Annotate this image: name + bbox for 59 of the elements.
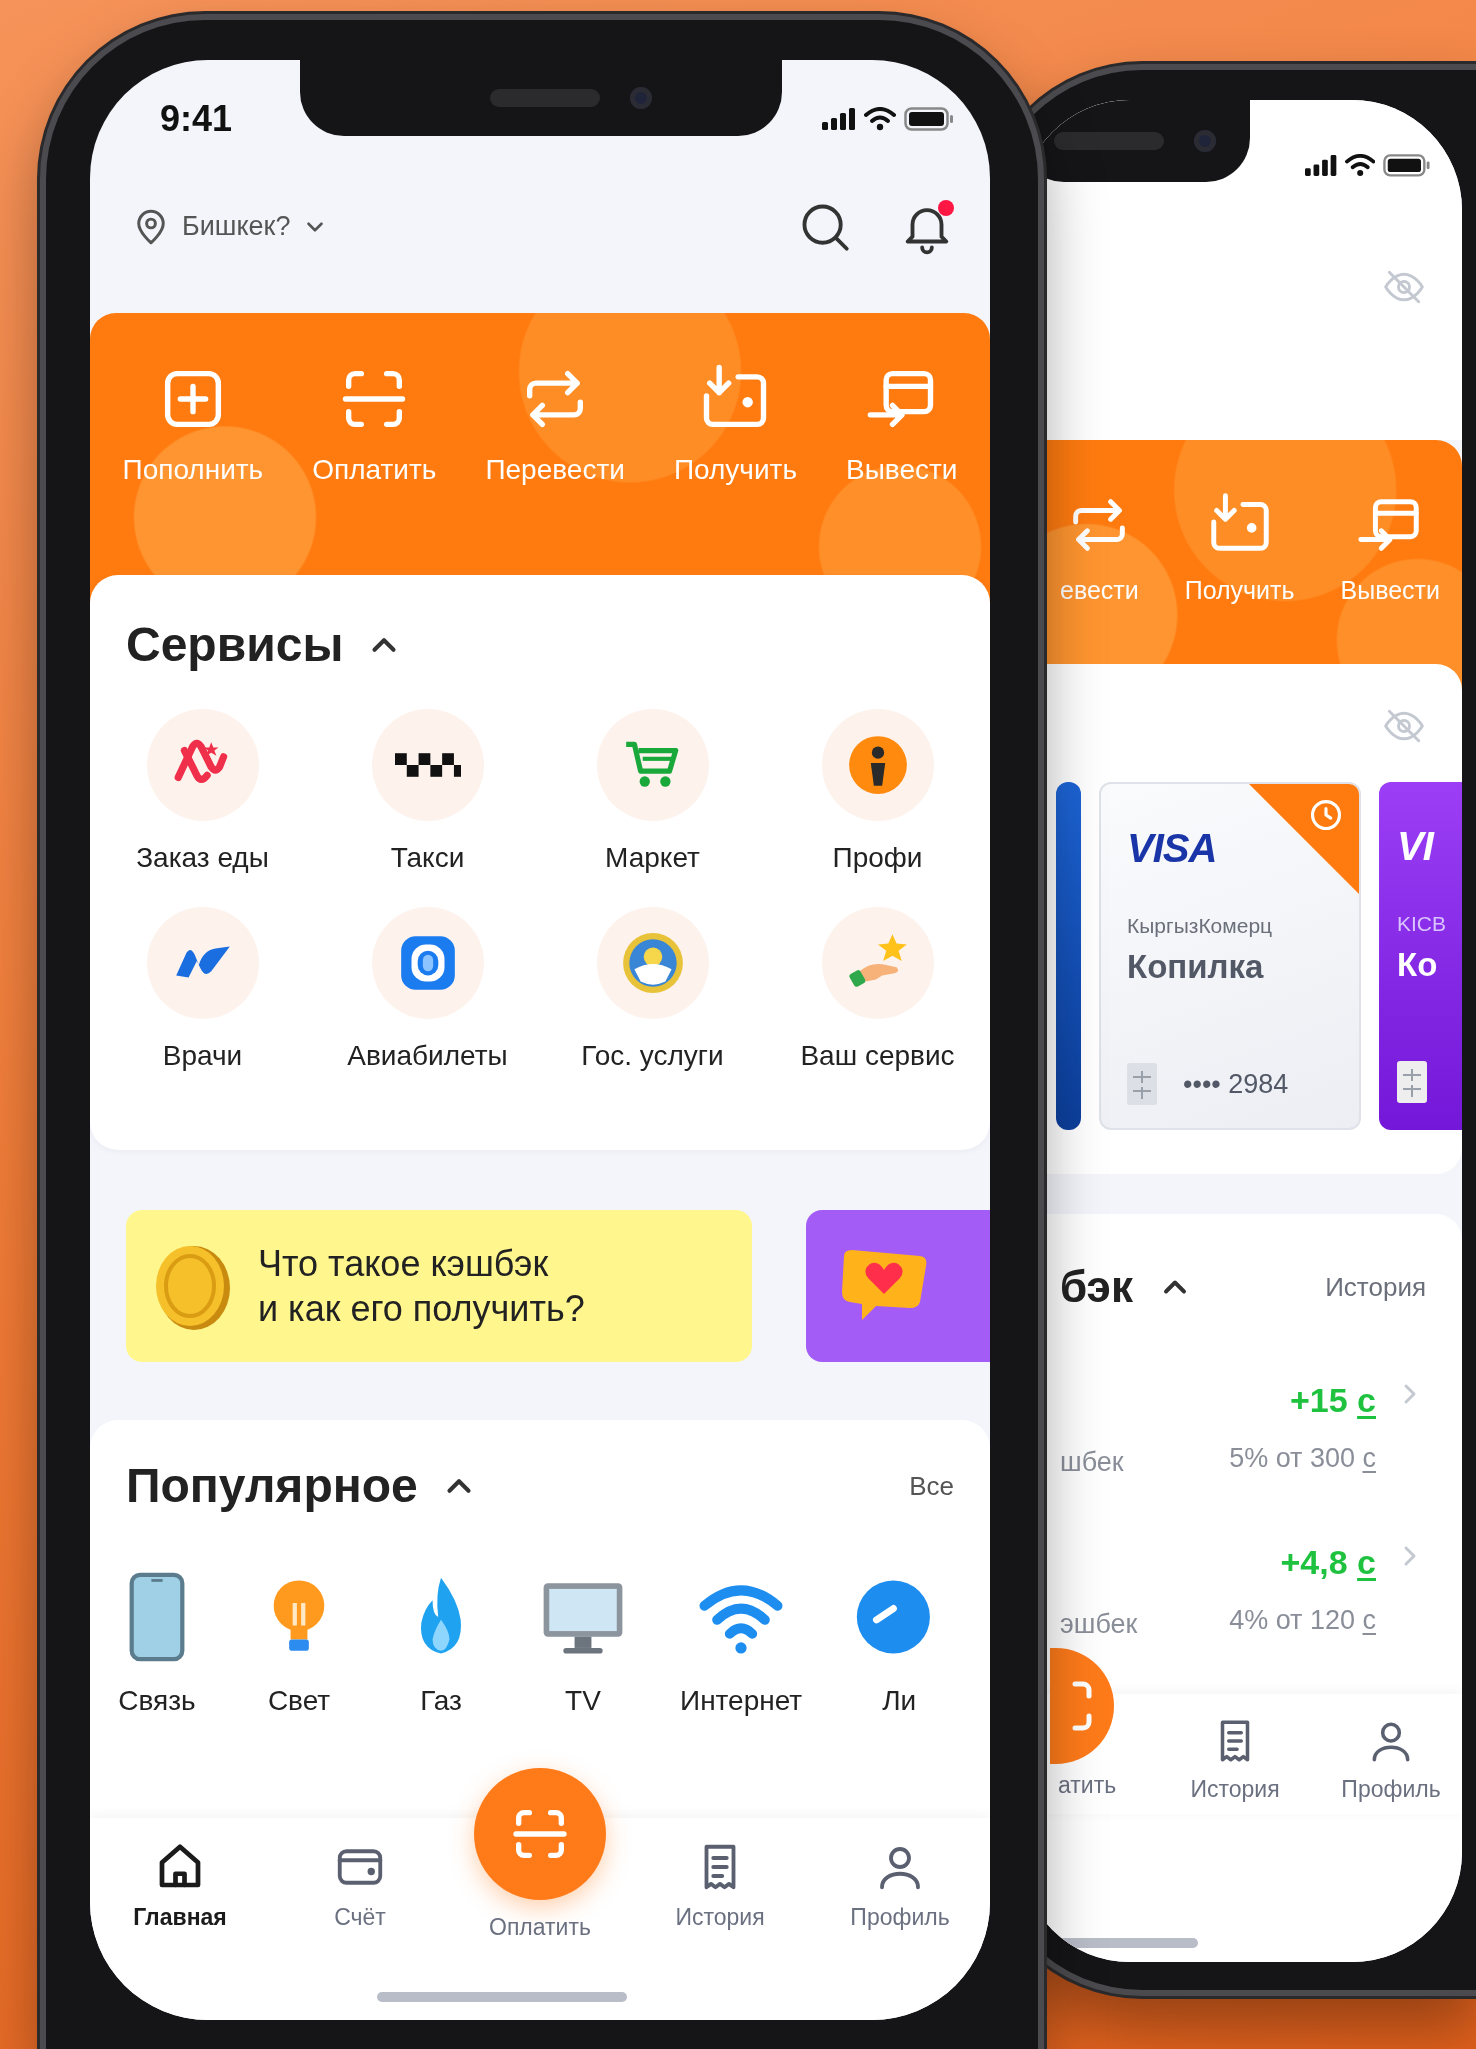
- section-title: Сервисы: [126, 617, 344, 673]
- wifi-icon: [1344, 154, 1375, 177]
- service-item[interactable]: Врачи: [90, 907, 315, 1077]
- service-item[interactable]: Авиабилеты: [315, 907, 540, 1077]
- tab-bar-item[interactable]: Главная: [90, 1818, 270, 2020]
- card-name: Копилка: [1127, 946, 1265, 987]
- service-item[interactable]: Заказ еды: [90, 709, 315, 879]
- bank-card[interactable]: VISA КыргызКомерц Копилка •••• 2984: [1099, 782, 1361, 1130]
- popular-item[interactable]: Газ: [396, 1572, 486, 1722]
- popular-item[interactable]: Связь: [112, 1572, 202, 1722]
- pay-button[interactable]: [474, 1768, 606, 1900]
- card-name: Ко: [1397, 944, 1439, 985]
- bank-card[interactable]: [1056, 782, 1081, 1130]
- section-title: бэк: [1060, 1261, 1133, 1313]
- banner-text: Что такое кэшбэк и как его получить?: [258, 1242, 585, 1331]
- card-brand: VISA: [1127, 825, 1218, 872]
- tab-bar-item[interactable]: История: [1150, 1694, 1320, 1814]
- wifi-icon: [864, 107, 896, 131]
- scan-corner-icon: [1071, 1680, 1093, 1732]
- cashback-detail: 4% от 120 с: [1229, 1604, 1376, 1638]
- cashback-amount: +4,8 с: [1280, 1542, 1376, 1584]
- battery-icon: [1382, 154, 1430, 177]
- cashback-label: эшбек: [1060, 1607, 1138, 1641]
- cashback-label: шбек: [1060, 1445, 1124, 1479]
- bank-name: KICB: [1397, 911, 1447, 937]
- section-title: Популярное: [126, 1458, 418, 1514]
- tab-label[interactable]: атить: [1058, 1767, 1150, 1802]
- popular-item[interactable]: Ли: [854, 1572, 945, 1722]
- tab-label[interactable]: Оплатить: [489, 1910, 591, 1945]
- tab-bar-item[interactable]: Счёт: [270, 1818, 450, 2020]
- promo-banner[interactable]: [806, 1210, 990, 1362]
- battery-icon: [904, 107, 954, 131]
- signal-icon: [822, 108, 856, 130]
- bank-name: КыргызКомерц: [1127, 913, 1274, 939]
- tab-bar-item[interactable]: История: [630, 1818, 810, 2020]
- bank-card[interactable]: VI KICB Ко: [1379, 782, 1462, 1130]
- chip-icon: [1127, 1063, 1157, 1105]
- chip-icon: [1397, 1061, 1427, 1103]
- popular-item[interactable]: TV: [538, 1572, 628, 1722]
- cashback-amount: +15 с: [1289, 1380, 1376, 1422]
- tab-bar-item[interactable]: Профиль: [1320, 1694, 1462, 1814]
- status-time: 9:41: [160, 97, 233, 141]
- promo-banner[interactable]: Что такое кэшбэк и как его получить?: [126, 1210, 752, 1362]
- popular-item[interactable]: Интернет: [680, 1572, 803, 1722]
- popular-item[interactable]: Свет: [254, 1572, 344, 1722]
- cashback-detail: 5% от 300 с: [1229, 1442, 1376, 1476]
- history-link[interactable]: История: [1325, 1267, 1426, 1307]
- signal-icon: [1304, 154, 1337, 176]
- card-brand: VI: [1397, 823, 1436, 870]
- service-item[interactable]: Такси: [315, 709, 540, 879]
- city-selector[interactable]: Бишкек?: [182, 206, 329, 247]
- tab-bar-item[interactable]: Профиль: [810, 1818, 990, 2020]
- service-item[interactable]: Маркет: [540, 709, 765, 879]
- service-item[interactable]: Профи: [765, 709, 990, 879]
- card-number: •••• 2984: [1183, 1067, 1289, 1101]
- service-item[interactable]: Ваш сервис: [765, 907, 990, 1077]
- checker-icon: [394, 753, 461, 777]
- see-all-link[interactable]: Все: [909, 1466, 954, 1506]
- service-item[interactable]: Гос. услуги: [540, 907, 765, 1077]
